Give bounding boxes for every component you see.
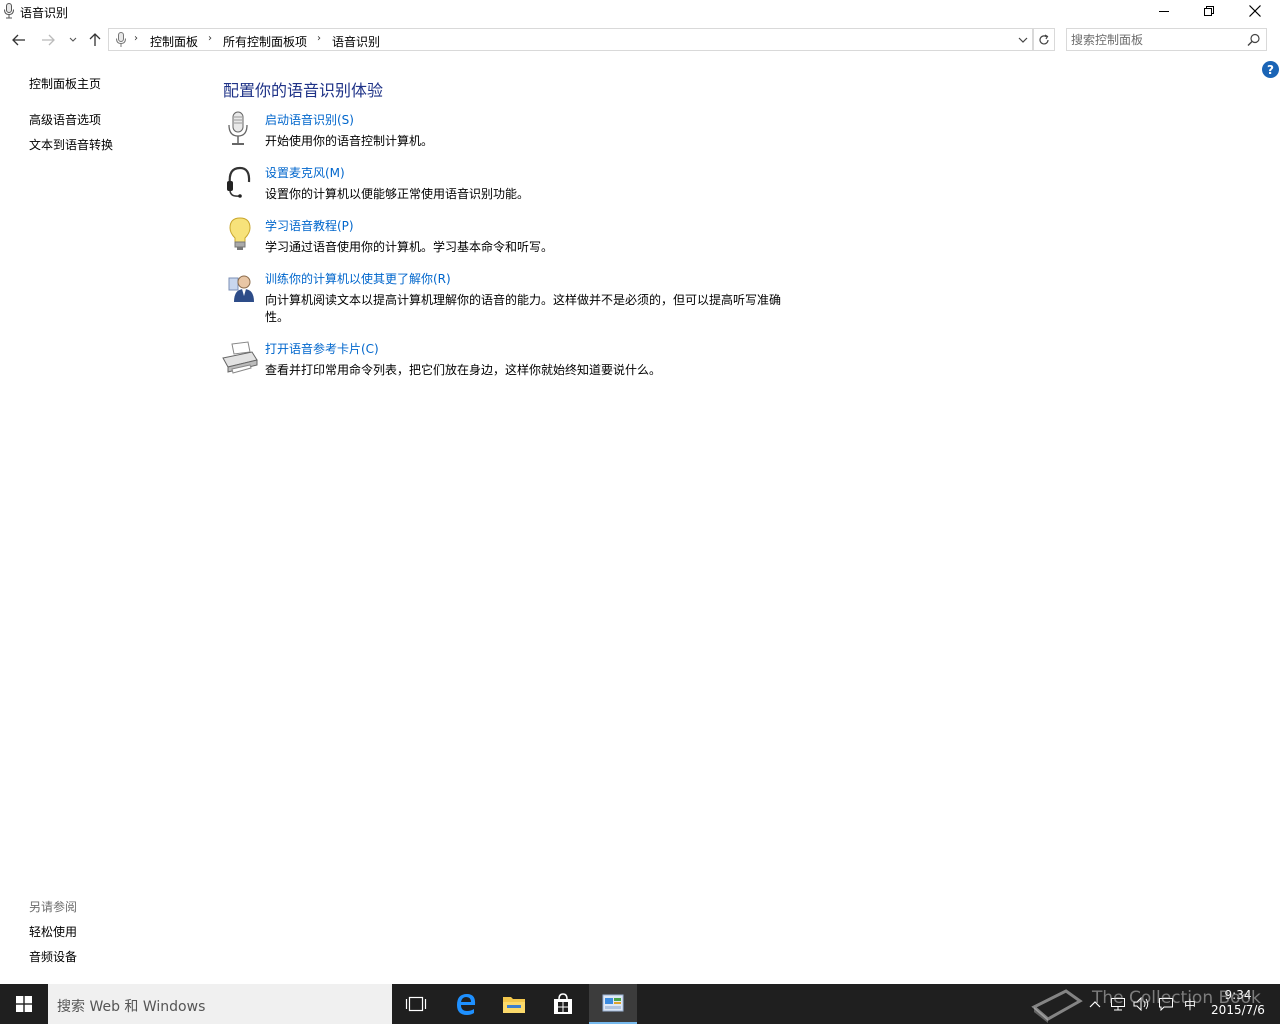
back-button[interactable] bbox=[9, 30, 29, 50]
clock[interactable]: 9:34 2015/7/6 bbox=[1205, 988, 1271, 1018]
taskbar: 搜索 Web 和 Windows 中 9:34 2015/7/6 bbox=[0, 984, 1280, 1024]
start-button[interactable] bbox=[0, 984, 48, 1024]
chevron-down-icon bbox=[1018, 37, 1028, 43]
setup-microphone-link[interactable]: 设置麦克风(M) bbox=[265, 164, 345, 181]
breadcrumb-speech-recognition[interactable]: 语音识别 bbox=[332, 33, 380, 50]
search-input[interactable] bbox=[1071, 31, 1241, 48]
ease-of-access-link[interactable]: 轻松使用 bbox=[29, 923, 77, 940]
action-center-button[interactable] bbox=[1155, 984, 1177, 1024]
taskbar-search-text: 搜索 Web 和 Windows bbox=[57, 999, 206, 1015]
clock-date: 2015/7/6 bbox=[1211, 1003, 1265, 1017]
task-start-speech-recognition: 启动语音识别(S) 开始使用你的语音控制计算机。 bbox=[222, 111, 822, 151]
close-icon bbox=[1249, 5, 1261, 17]
see-also-heading: 另请参阅 bbox=[29, 900, 78, 914]
lightbulb-icon bbox=[229, 217, 251, 250]
edge-browser-button[interactable] bbox=[442, 984, 490, 1024]
window-title: 语音识别 bbox=[20, 6, 69, 20]
restore-icon bbox=[1204, 6, 1214, 16]
task-description: 学习通过语音使用你的计算机。学习基本命令和听写。 bbox=[265, 240, 554, 254]
breadcrumb-separator[interactable]: › bbox=[134, 33, 138, 44]
show-hidden-icons-button[interactable] bbox=[1085, 984, 1105, 1024]
user-training-icon bbox=[228, 275, 254, 302]
address-bar[interactable]: › 控制面板 › 所有控制面板项 › 语音识别 bbox=[108, 28, 1033, 51]
task-speech-tutorial: 学习语音教程(P) 学习通过语音使用你的计算机。学习基本命令和听写。 bbox=[222, 217, 822, 257]
refresh-button[interactable] bbox=[1033, 28, 1055, 51]
recent-locations-button[interactable] bbox=[63, 30, 83, 50]
file-explorer-button[interactable] bbox=[490, 984, 538, 1024]
audio-devices-link[interactable]: 音频设备 bbox=[29, 948, 77, 965]
task-train-computer: 训练你的计算机以使其更了解你(R) 向计算机阅读文本以提高计算机理解你的语音的能… bbox=[222, 270, 822, 330]
task-view-button[interactable] bbox=[392, 984, 440, 1024]
page-title: 配置你的语音识别体验 bbox=[223, 81, 384, 100]
task-description: 查看并打印常用命令列表，把它们放在身边，这样你就始终知道要说什么。 bbox=[265, 363, 662, 377]
windows-logo-icon bbox=[16, 996, 32, 1012]
control-panel-icon bbox=[602, 994, 624, 1012]
speaker-icon bbox=[1133, 997, 1149, 1011]
microphone-icon bbox=[228, 111, 248, 145]
task-view-icon bbox=[405, 996, 427, 1012]
task-description: 向计算机阅读文本以提高计算机理解你的语音的能力。这样做并不是必须的，但可以提高听… bbox=[265, 293, 782, 324]
control-panel-taskbar-button[interactable] bbox=[589, 984, 637, 1024]
minimize-button[interactable] bbox=[1141, 0, 1187, 22]
clock-time: 9:34 bbox=[1224, 988, 1252, 1002]
search-box[interactable] bbox=[1066, 28, 1267, 51]
search-icon[interactable] bbox=[1247, 33, 1261, 47]
printer-icon bbox=[222, 341, 258, 374]
chevron-up-icon bbox=[1089, 1001, 1101, 1008]
network-icon bbox=[1111, 998, 1125, 1011]
task-description: 开始使用你的语音控制计算机。 bbox=[265, 134, 434, 148]
arrow-left-icon bbox=[12, 34, 25, 46]
text-to-speech-link[interactable]: 文本到语音转换 bbox=[29, 136, 113, 153]
control-panel-window: 语音识别 › 控制面板 › 所有控制面板项 › 语音识别 搜索控制面板 ? 控制… bbox=[0, 0, 1280, 984]
taskbar-search-box[interactable]: 搜索 Web 和 Windows bbox=[48, 984, 392, 1024]
store-icon bbox=[554, 993, 572, 1014]
title-bar: 语音识别 bbox=[0, 0, 1280, 22]
forward-button[interactable] bbox=[38, 30, 58, 50]
minimize-icon bbox=[1159, 11, 1169, 12]
microphone-icon bbox=[4, 3, 14, 19]
chevron-down-icon bbox=[69, 37, 77, 42]
train-computer-link[interactable]: 训练你的计算机以使其更了解你(R) bbox=[265, 270, 451, 287]
address-history-dropdown[interactable] bbox=[1014, 30, 1032, 50]
breadcrumb-control-panel[interactable]: 控制面板 bbox=[150, 33, 198, 50]
breadcrumb-separator[interactable]: › bbox=[208, 33, 212, 44]
task-setup-microphone: 设置麦克风(M) 设置你的计算机以便能够正常使用语音识别功能。 bbox=[222, 164, 822, 204]
up-button[interactable] bbox=[85, 30, 105, 50]
refresh-icon bbox=[1039, 33, 1049, 44]
edge-icon bbox=[457, 994, 476, 1015]
start-speech-recognition-link[interactable]: 启动语音识别(S) bbox=[265, 111, 354, 128]
microphone-icon bbox=[116, 32, 126, 47]
folder-icon bbox=[503, 997, 525, 1013]
task-speech-reference-card: 打开语音参考卡片(C) 查看并打印常用命令列表，把它们放在身边，这样你就始终知道… bbox=[222, 340, 822, 380]
input-method-indicator[interactable]: 中 bbox=[1180, 984, 1200, 1024]
speech-reference-card-link[interactable]: 打开语音参考卡片(C) bbox=[265, 340, 379, 357]
arrow-right-icon bbox=[42, 34, 55, 46]
breadcrumb-all-items[interactable]: 所有控制面板项 bbox=[223, 33, 307, 50]
breadcrumb-separator[interactable]: › bbox=[317, 33, 321, 44]
advanced-speech-options-link[interactable]: 高级语音选项 bbox=[29, 111, 101, 128]
volume-tray-button[interactable] bbox=[1131, 984, 1153, 1024]
close-button[interactable] bbox=[1232, 0, 1278, 22]
headset-icon bbox=[227, 166, 251, 198]
store-button[interactable] bbox=[539, 984, 587, 1024]
arrow-up-icon bbox=[89, 33, 101, 46]
message-icon bbox=[1159, 998, 1173, 1011]
network-tray-button[interactable] bbox=[1107, 984, 1129, 1024]
speech-tutorial-link[interactable]: 学习语音教程(P) bbox=[265, 217, 354, 234]
restore-button[interactable] bbox=[1186, 0, 1232, 22]
control-panel-home-link[interactable]: 控制面板主页 bbox=[29, 75, 101, 92]
help-icon[interactable]: ? bbox=[1262, 61, 1279, 78]
task-description: 设置你的计算机以便能够正常使用语音识别功能。 bbox=[265, 187, 530, 201]
